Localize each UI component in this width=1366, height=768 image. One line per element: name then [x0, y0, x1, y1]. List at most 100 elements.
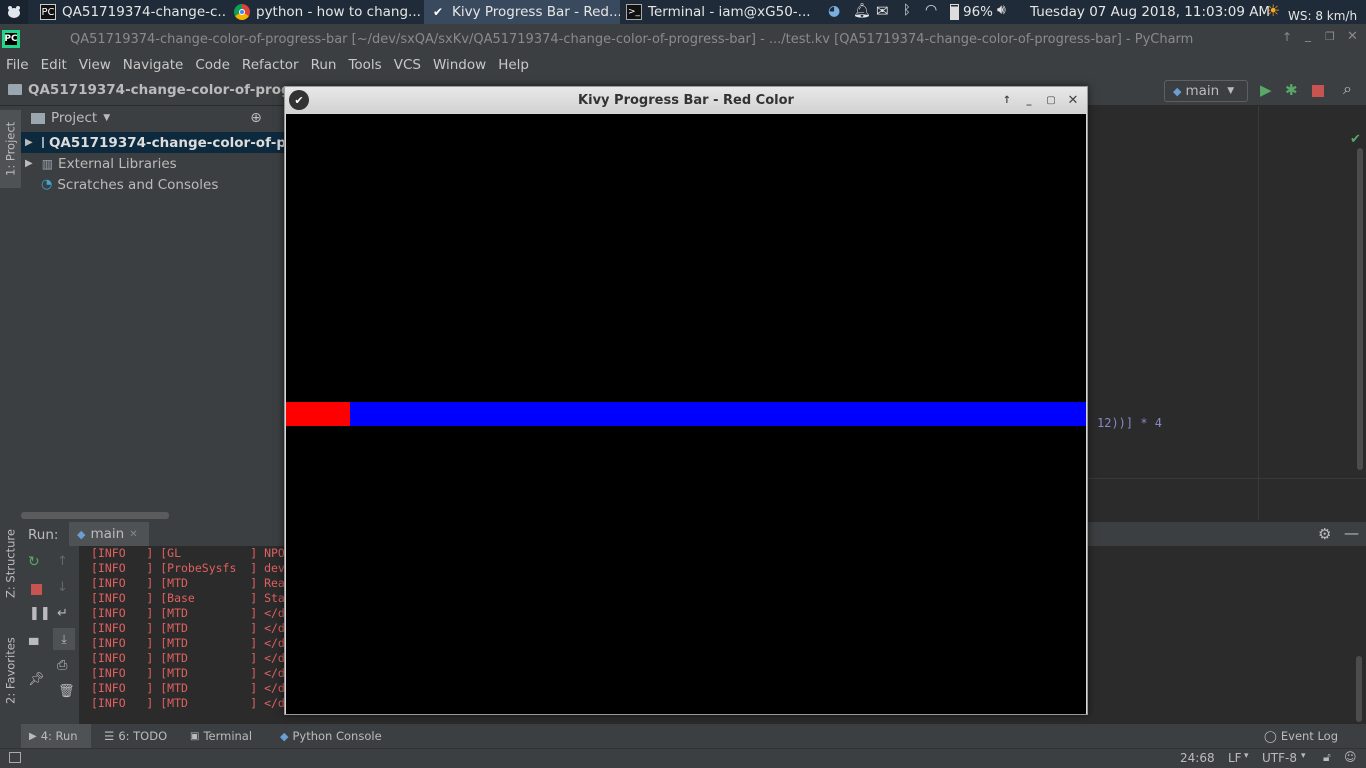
locate-icon[interactable]: ⊕: [250, 110, 262, 126]
expand-arrow-icon[interactable]: ▶: [25, 137, 33, 148]
rerun-icon[interactable]: ↻: [28, 554, 40, 570]
up-arrow-icon[interactable]: ↑: [57, 554, 68, 569]
search-icon[interactable]: ⌕: [1343, 79, 1352, 99]
tab-event-log[interactable]: ◯ Event Log: [1264, 724, 1338, 748]
log-line: [INFO ] [MTD ] </d: [91, 696, 285, 710]
menu-run[interactable]: Run: [305, 57, 343, 73]
clock[interactable]: Tuesday 07 Aug 2018, 11:03:09 AM: [1030, 4, 1270, 20]
gear-icon[interactable]: ⚙: [1318, 525, 1331, 543]
battery-icon[interactable]: [950, 4, 959, 20]
app-menu-button[interactable]: [0, 0, 28, 24]
trash-icon[interactable]: 🗑︎: [58, 684, 75, 699]
taskbar-item-label: python - how to chang...: [256, 4, 420, 20]
window-minimize-button[interactable]: _: [1021, 92, 1037, 108]
close-icon[interactable]: ✕: [129, 529, 137, 540]
pycharm-icon: PC: [40, 4, 56, 20]
taskbar-item-kivy[interactable]: ✔ Kivy Progress Bar - Red...: [424, 0, 620, 24]
kivy-logo-icon[interactable]: ✔: [289, 90, 309, 110]
tree-item-project-root[interactable]: ▶ QA51719374-change-color-of-p: [21, 132, 286, 153]
menu-vcs[interactable]: VCS: [388, 57, 427, 73]
log-line: [INFO ] [GL ] NPO: [91, 546, 285, 560]
code-editor[interactable]: 12))] * 4 ✔: [1088, 106, 1366, 520]
chevron-down-icon[interactable]: ▼: [103, 113, 110, 123]
tab-structure[interactable]: Z: Structure: [0, 518, 21, 610]
menu-navigate[interactable]: Navigate: [117, 57, 190, 73]
notification-bell-icon[interactable]: 🔔︎: [853, 3, 871, 19]
menu-refactor[interactable]: Refactor: [236, 57, 305, 73]
tab-favorites[interactable]: 2: Favorites: [0, 626, 21, 716]
run-panel-label: Run:: [28, 527, 59, 543]
caret-position[interactable]: 24:68: [1180, 751, 1215, 765]
chevron-down-icon: ▼: [1227, 86, 1235, 96]
sync-icon[interactable]: ◕: [828, 3, 840, 19]
weather-sun-icon[interactable]: ☀: [1266, 1, 1280, 20]
menu-file[interactable]: File: [0, 57, 35, 73]
tree-item-scratches[interactable]: ◔ Scratches and Consoles: [21, 174, 286, 195]
menu-window[interactable]: Window: [427, 57, 492, 73]
window-close-button[interactable]: ✕: [1347, 29, 1358, 44]
breadcrumb[interactable]: QA51719374-change-color-of-progr: [28, 82, 297, 98]
event-log-icon: ◯: [1264, 729, 1277, 743]
stop-icon[interactable]: [1312, 85, 1324, 97]
pause-icon[interactable]: ❚❚: [29, 606, 51, 621]
bluetooth-icon[interactable]: ᛒ: [903, 3, 911, 18]
window-minimize-button[interactable]: _: [1305, 28, 1311, 42]
volume-icon[interactable]: 🔊︎: [997, 2, 1006, 18]
menu-edit[interactable]: Edit: [35, 57, 73, 73]
expand-arrow-icon[interactable]: ▶: [25, 158, 33, 169]
tab-project[interactable]: 1: Project: [0, 110, 21, 188]
layout-icon[interactable]: ▀: [29, 638, 38, 652]
line-separator[interactable]: LF: [1228, 751, 1242, 765]
kivy-icon: ✔: [432, 5, 444, 19]
tab-python-console[interactable]: ◆ Python Console: [280, 724, 382, 748]
menu-help[interactable]: Help: [492, 57, 535, 73]
log-line: [INFO ] [MTD ] Rea: [91, 576, 285, 590]
kivy-canvas: [286, 114, 1086, 714]
toggle-tool-windows-icon[interactable]: [9, 752, 21, 763]
scroll-to-end-icon[interactable]: ⤓: [53, 628, 75, 650]
wifi-icon[interactable]: ◠: [925, 2, 937, 18]
run-icon: ▶: [29, 730, 37, 742]
down-arrow-icon[interactable]: ↓: [57, 580, 68, 595]
taskbar-item-pycharm[interactable]: PC QA51719374-change-c...: [34, 0, 226, 24]
mail-icon[interactable]: ✉: [876, 2, 889, 20]
taskbar-item-label: QA51719374-change-c...: [62, 4, 226, 20]
file-encoding[interactable]: UTF-8: [1262, 751, 1297, 765]
horizontal-scrollbar[interactable]: [21, 512, 169, 519]
run-tab-main[interactable]: ◆ main ✕: [69, 522, 149, 546]
taskbar-item-terminal[interactable]: >_ Terminal - iam@xG50-...: [620, 0, 812, 24]
menu-view[interactable]: View: [73, 57, 117, 73]
debug-icon[interactable]: ✱: [1285, 81, 1298, 99]
pycharm-titlebar: PC QA51719374-change-color-of-progress-b…: [0, 24, 1366, 54]
window-maximize-button[interactable]: ▢: [1043, 92, 1059, 108]
tab-terminal[interactable]: ▣ Terminal: [190, 724, 252, 748]
tab-run[interactable]: ▶ 4: Run: [21, 724, 91, 748]
project-view-select[interactable]: Project: [51, 110, 97, 126]
tab-todo[interactable]: ☰ 6: TODO: [104, 724, 167, 748]
soft-wrap-icon[interactable]: ↵: [57, 606, 68, 621]
tree-item-external-libraries[interactable]: ▶ ▥ External Libraries: [21, 153, 286, 174]
console-scrollbar[interactable]: [1356, 656, 1362, 722]
run-icon[interactable]: ▶: [1260, 81, 1272, 99]
window-up-button[interactable]: ↑: [999, 92, 1015, 108]
menu-code[interactable]: Code: [189, 57, 236, 73]
lock-icon[interactable]: 🔓︎: [1323, 750, 1331, 765]
progress-bar: [286, 402, 1086, 426]
window-up-button[interactable]: ↑: [1282, 30, 1292, 44]
print-icon[interactable]: ⎙: [57, 658, 67, 673]
stop-icon[interactable]: [31, 584, 42, 595]
kivy-titlebar[interactable]: ✔ Kivy Progress Bar - Red Color ↑ _ ▢ ✕: [285, 87, 1087, 113]
run-config-select[interactable]: ◆ main ▼: [1164, 80, 1248, 102]
pin-icon[interactable]: 📌︎: [28, 672, 45, 687]
vertical-scrollbar[interactable]: [1357, 148, 1363, 470]
inspector-icon[interactable]: ☺: [1344, 750, 1357, 764]
hide-panel-icon[interactable]: —: [1344, 524, 1359, 542]
tab-favorites-label: 2: Favorites: [3, 637, 18, 705]
window-maximize-button[interactable]: ❐: [1325, 30, 1335, 43]
tree-item-label: QA51719374-change-color-of-p: [48, 134, 286, 151]
menu-tools[interactable]: Tools: [342, 57, 387, 73]
taskbar-item-chrome[interactable]: python - how to chang...: [228, 0, 420, 24]
code-fragment: 12))] * 4: [1097, 416, 1163, 430]
window-close-button[interactable]: ✕: [1065, 92, 1081, 108]
log-line: [INFO ] [MTD ] </d: [91, 621, 285, 635]
